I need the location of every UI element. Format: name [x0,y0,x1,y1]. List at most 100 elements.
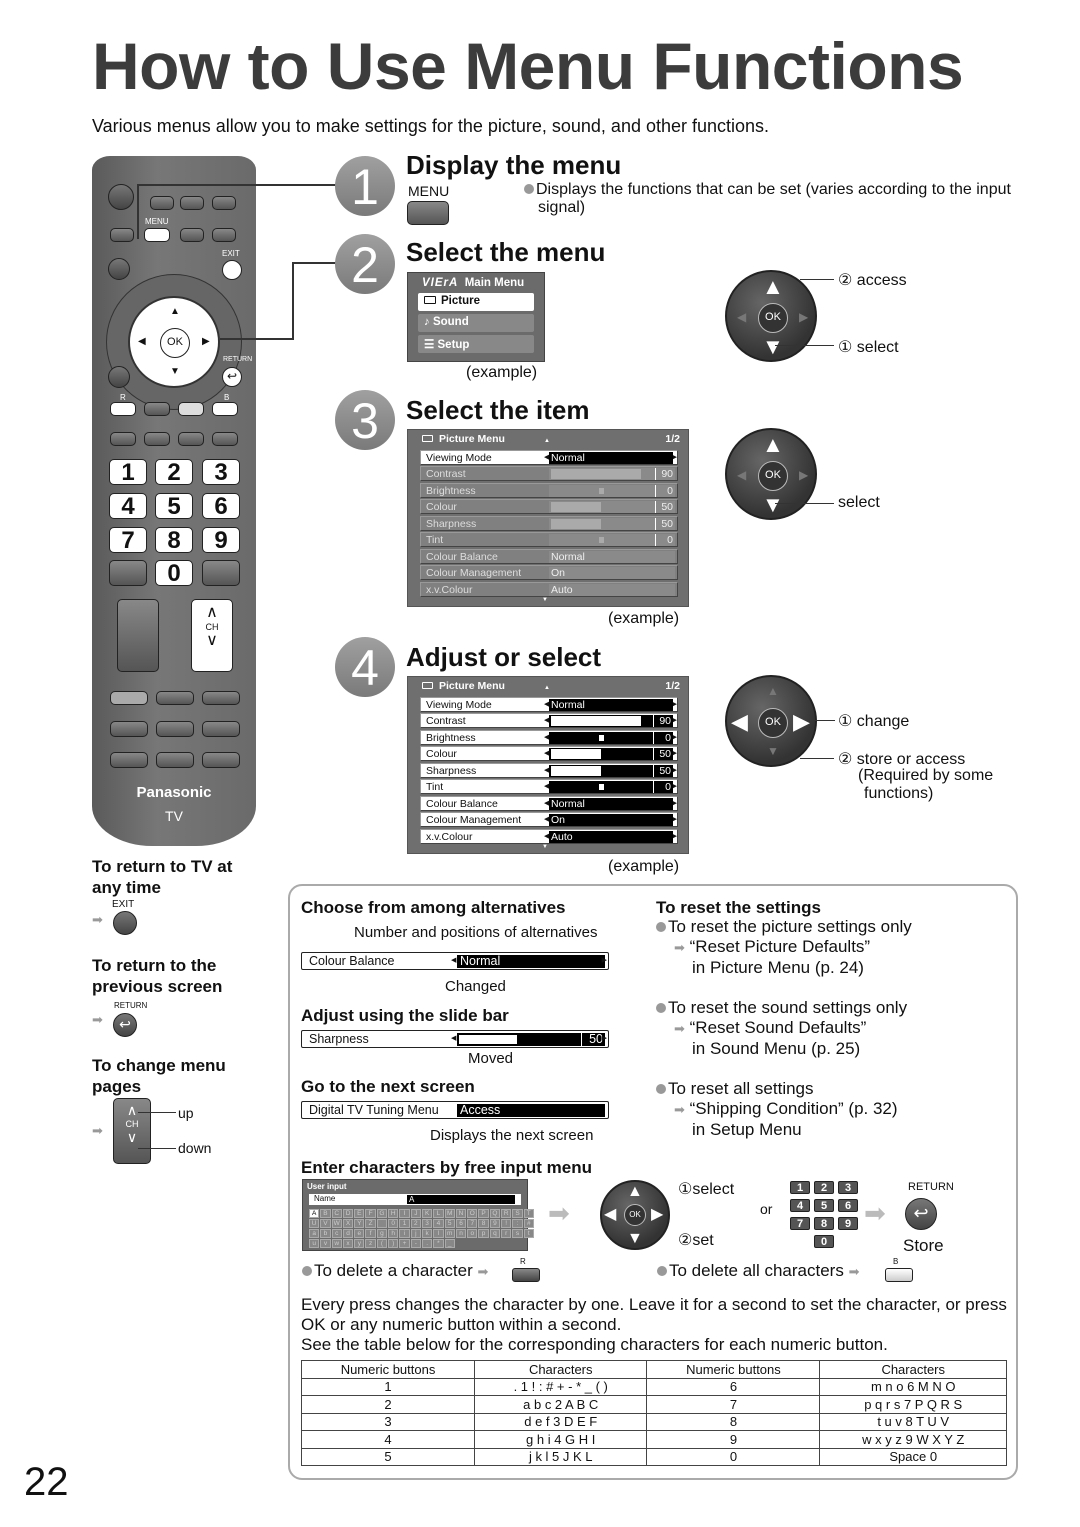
menu-item-picture[interactable]: Picture [418,293,534,311]
character-key[interactable]: p [478,1229,489,1238]
channel-rocker[interactable]: ∧ CH ∨ [191,599,233,672]
character-key[interactable]: I [399,1209,410,1218]
character-key[interactable]: e [354,1229,365,1238]
character-key[interactable]: G [376,1209,388,1218]
left-arrow-icon[interactable]: ◀ [138,336,146,347]
character-key[interactable]: m [444,1229,455,1238]
remote-button[interactable] [202,691,240,705]
character-key[interactable]: B [320,1209,331,1218]
character-key[interactable]: . [421,1239,433,1248]
remote-button[interactable] [180,196,204,210]
dpad[interactable]: OK ▲ ▼ ◀ ▶ [128,296,220,388]
remote-round-button[interactable] [108,366,130,388]
character-key[interactable]: - [410,1239,421,1248]
menu-row[interactable]: Colour 50 [420,499,678,514]
num-button[interactable]: 7 [109,527,147,553]
character-key[interactable]: r [501,1229,512,1238]
right-arrow-icon[interactable]: ▶ [202,336,210,347]
character-key[interactable]: * [433,1239,444,1248]
character-key[interactable]: Q [489,1209,501,1218]
remote-button[interactable] [110,432,136,446]
character-key[interactable]: u [309,1239,320,1248]
character-key[interactable]: ( [376,1239,388,1248]
remote-button[interactable] [156,752,194,768]
menu-row[interactable]: Contrast 90 [420,466,678,481]
remote-button[interactable] [180,228,204,242]
down-arrow-icon[interactable]: ▼ [170,366,180,377]
character-key[interactable]: d [342,1229,354,1238]
menu-row[interactable]: x.v.Colour ◀ ▶ Auto [420,828,678,844]
character-key[interactable]: f [365,1229,376,1238]
character-key[interactable]: t [523,1229,534,1238]
character-key[interactable]: D [342,1209,354,1218]
remote-button[interactable] [110,228,134,242]
character-key[interactable]: s [512,1229,523,1238]
character-key[interactable]: 7 [467,1219,478,1228]
blue-button[interactable] [212,402,238,416]
character-key[interactable]: V [320,1219,331,1228]
character-key[interactable]: v [320,1239,331,1248]
character-key[interactable]: 1 [399,1219,410,1228]
remote-button[interactable] [212,432,238,446]
character-key[interactable]: Z [365,1219,376,1228]
character-key[interactable]: J [410,1209,421,1218]
remote-button[interactable] [156,721,194,737]
character-key[interactable]: b [320,1229,331,1238]
character-key[interactable]: ) [388,1239,399,1248]
character-key[interactable]: 6 [455,1219,467,1228]
character-key[interactable]: n [455,1229,467,1238]
character-key[interactable]: N [455,1209,467,1218]
slider-bar[interactable]: 50 [457,1033,605,1046]
character-key[interactable]: o [467,1229,478,1238]
menu-row[interactable]: Viewing Mode ◀ ▶ Normal [420,449,678,465]
green-button[interactable] [144,402,170,416]
character-key[interactable]: A [309,1209,320,1218]
menu-row[interactable]: Sharpness ◀ ▶ 50 [420,762,678,778]
remote-button[interactable] [150,196,174,210]
ch-up-icon[interactable]: ∧ [192,604,232,622]
menu-row[interactable]: Colour Management ◀ ▶ On [420,812,678,827]
power-button[interactable] [108,184,134,210]
character-key[interactable]: k [421,1229,433,1238]
menu-row[interactable]: x.v.Colour Auto [420,581,678,597]
character-key[interactable]: P [478,1209,489,1218]
character-key[interactable]: R [501,1209,512,1218]
menu-item-setup[interactable]: ☰ Setup [418,335,534,353]
character-key[interactable]: 9 [489,1219,501,1228]
menu-row[interactable]: Tint 0 [420,532,678,547]
character-key[interactable]: 4 [433,1219,444,1228]
menu-row[interactable]: Colour ◀ ▶ 50 [420,746,678,761]
num-button[interactable]: 2 [155,459,193,485]
menu-row[interactable]: Brightness 0 [420,482,678,498]
character-key[interactable]: L [433,1209,444,1218]
num-button[interactable]: 5 [155,493,193,519]
character-key[interactable]: y [354,1239,365,1248]
character-grid[interactable]: ABCDEFGHIJKLMNOPQRST UVWXYZ 0 1 2 3 4 5 6 7 8 9!: #… [309,1209,534,1248]
scroll-down-icon[interactable]: ▼ [402,597,688,603]
scroll-down-icon[interactable]: ▼ [402,844,688,850]
character-key[interactable]: j [410,1229,421,1238]
remote-button[interactable] [109,560,147,586]
remote-button[interactable] [202,560,240,586]
remote-button[interactable] [110,721,148,737]
character-key[interactable]: U [309,1219,320,1228]
character-key[interactable]: F [365,1209,376,1218]
character-key[interactable]: 8 [478,1219,489,1228]
character-key[interactable]: i [399,1229,410,1238]
character-key[interactable]: M [444,1209,455,1218]
red-button[interactable] [110,402,136,416]
character-key[interactable]: 5 [444,1219,455,1228]
menu-row[interactable]: Tint ◀ ▶ 0 [420,779,678,794]
num-button[interactable]: 1 [109,459,147,485]
menu-row[interactable]: Colour Management On [420,565,678,580]
remote-button[interactable] [144,432,170,446]
remote-button[interactable] [178,432,204,446]
yellow-button[interactable] [178,402,204,416]
menu-row[interactable]: Brightness ◀ ▶ 0 [420,729,678,745]
ch-down-icon[interactable]: ∨ [192,632,232,650]
menu-row[interactable]: Viewing Mode ◀ ▶ Normal [420,696,678,712]
character-key[interactable]: X [342,1219,354,1228]
character-key[interactable]: H [388,1209,399,1218]
character-key[interactable]: g [376,1229,388,1238]
num-button[interactable]: 6 [202,493,240,519]
